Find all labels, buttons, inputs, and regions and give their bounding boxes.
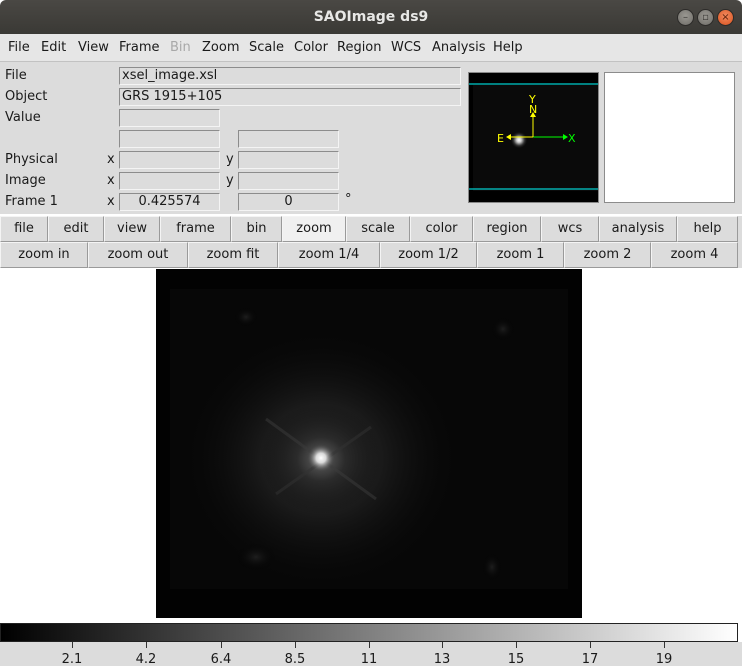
tick-mark — [442, 642, 443, 648]
button-frame[interactable]: frame — [160, 216, 231, 242]
wcs-x-field — [119, 130, 220, 148]
zoom-1-button[interactable]: zoom 1 — [477, 242, 564, 268]
zoom-half-button[interactable]: zoom 1/2 — [380, 242, 477, 268]
physical-y-label: y — [226, 152, 234, 167]
menu-help[interactable]: Help — [493, 40, 523, 55]
wcs-y-field — [238, 130, 339, 148]
button-view[interactable]: view — [104, 216, 160, 242]
zoom-fit-button[interactable]: zoom fit — [188, 242, 278, 268]
button-scale[interactable]: scale — [346, 216, 410, 242]
physical-x-label: x — [107, 152, 115, 167]
degree-symbol: ° — [345, 192, 352, 207]
menu-zoom[interactable]: Zoom — [202, 40, 239, 55]
button-region[interactable]: region — [473, 216, 541, 242]
tick-mark — [516, 642, 517, 648]
zoom-in-button[interactable]: zoom in — [0, 242, 88, 268]
frame-zoom-field: 0.425574 — [119, 193, 220, 211]
button-help[interactable]: help — [677, 216, 738, 242]
frame-label: Frame 1 — [5, 194, 58, 209]
physical-x-field — [119, 151, 220, 169]
zoom-4-button[interactable]: zoom 4 — [651, 242, 738, 268]
tick-mark — [590, 642, 591, 648]
button-zoom[interactable]: zoom — [282, 216, 346, 242]
image-label: Image — [5, 173, 46, 188]
menu-color[interactable]: Color — [294, 40, 328, 55]
compass-e-label: E — [497, 132, 504, 145]
button-file[interactable]: file — [0, 216, 48, 242]
file-field: xsel_image.xsl — [119, 67, 461, 85]
compass-x-label: X — [568, 132, 576, 145]
menu-scale[interactable]: Scale — [249, 40, 284, 55]
image-frame[interactable] — [156, 269, 582, 618]
panner-view: Y N E X — [469, 73, 598, 202]
image-y-label: y — [226, 173, 234, 188]
tick-mark — [295, 642, 296, 648]
colorbar-tick-label: 8.5 — [284, 652, 306, 666]
window-titlebar: SAOImage ds9 – ▫ × — [0, 0, 742, 34]
physical-y-field — [238, 151, 339, 169]
colorbar[interactable] — [0, 623, 738, 642]
button-analysis[interactable]: analysis — [599, 216, 677, 242]
close-icon[interactable]: × — [717, 9, 734, 26]
menu-wcs[interactable]: WCS — [391, 40, 421, 55]
file-label: File — [5, 68, 27, 83]
zoombar: zoom in zoom out zoom fit zoom 1/4 zoom … — [0, 242, 742, 268]
tick-mark — [72, 642, 73, 648]
object-field: GRS 1915+105 — [119, 88, 461, 106]
value-field — [119, 109, 220, 127]
menu-region[interactable]: Region — [337, 40, 382, 55]
maximize-icon[interactable]: ▫ — [697, 9, 714, 26]
frame-x-label: x — [107, 194, 115, 209]
colorbar-tick-label: 15 — [507, 652, 525, 666]
zoom-2-button[interactable]: zoom 2 — [564, 242, 651, 268]
zoom-out-button[interactable]: zoom out — [88, 242, 188, 268]
compass-n-label: N — [529, 103, 537, 116]
colorbar-tick-label: 19 — [655, 652, 673, 666]
buttonbar: file edit view frame bin zoom scale colo… — [0, 216, 742, 242]
tick-mark — [221, 642, 222, 648]
colorbar-tick-label: 6.4 — [210, 652, 232, 666]
menu-edit[interactable]: Edit — [41, 40, 66, 55]
colorbar-tick-label: 13 — [433, 652, 451, 666]
source-core — [307, 444, 335, 472]
image-x-label: x — [107, 173, 115, 188]
tick-mark — [664, 642, 665, 648]
colorbar-tick-label: 17 — [581, 652, 599, 666]
menu-view[interactable]: View — [78, 40, 109, 55]
minimize-icon[interactable]: – — [677, 9, 694, 26]
zoom-quarter-button[interactable]: zoom 1/4 — [278, 242, 380, 268]
colorbar-tick-label: 4.2 — [135, 652, 157, 666]
menu-bin: Bin — [170, 40, 191, 55]
object-label: Object — [5, 89, 48, 104]
value-label: Value — [5, 110, 41, 125]
panner[interactable]: Y N E X — [468, 72, 599, 203]
colorbar-tick-label: 2.1 — [61, 652, 83, 666]
image-y-field — [238, 172, 339, 190]
frame-angle-field: 0 — [238, 193, 339, 211]
corner-artifact — [236, 543, 276, 571]
window-title: SAOImage ds9 — [313, 9, 429, 25]
button-wcs[interactable]: wcs — [541, 216, 599, 242]
menu-frame[interactable]: Frame — [119, 40, 160, 55]
button-edit[interactable]: edit — [48, 216, 104, 242]
tick-mark — [146, 642, 147, 648]
image-x-field — [119, 172, 220, 190]
tick-mark — [369, 642, 370, 648]
colorbar-scale: 2.1 4.2 6.4 8.5 11 13 15 17 19 — [0, 642, 742, 666]
magnifier — [604, 72, 735, 203]
physical-label: Physical — [5, 152, 58, 167]
colorbar-tick-label: 11 — [360, 652, 378, 666]
menubar: File Edit View Frame Bin Zoom Scale Colo… — [0, 34, 742, 62]
button-bin[interactable]: bin — [231, 216, 282, 242]
button-color[interactable]: color — [410, 216, 473, 242]
image-display — [156, 269, 582, 618]
menu-analysis[interactable]: Analysis — [432, 40, 486, 55]
menu-file[interactable]: File — [8, 40, 30, 55]
